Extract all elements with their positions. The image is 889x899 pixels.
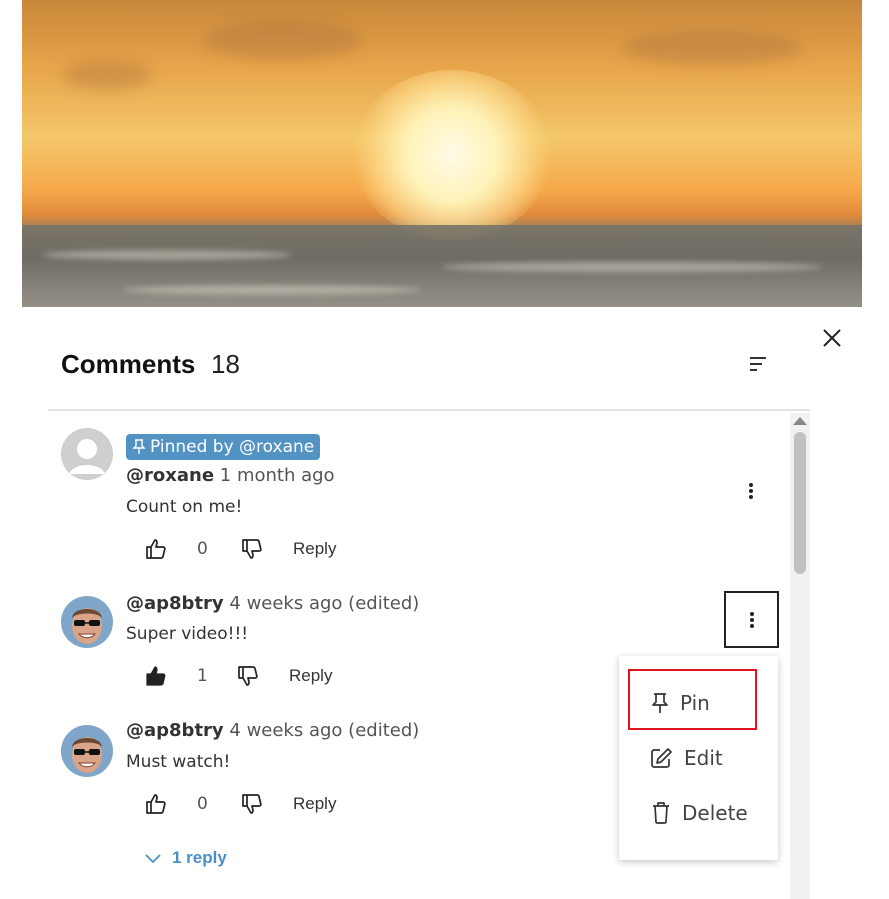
pin-highlight-box (628, 669, 757, 730)
more-vertical-icon (749, 611, 754, 628)
close-icon (823, 329, 841, 347)
like-button[interactable] (144, 664, 168, 688)
pinned-label: Pinned by @roxane (150, 437, 315, 457)
cloud-shape (62, 60, 152, 90)
sort-icon (750, 357, 766, 371)
thumbs-down-icon (238, 666, 258, 686)
comments-title: Comments (61, 349, 196, 379)
cloud-shape (202, 20, 362, 60)
more-vertical-icon (749, 483, 753, 499)
comment-text: Must watch! (126, 752, 231, 772)
comment-username[interactable]: @roxane (126, 465, 214, 486)
replies-label: 1 reply (172, 848, 227, 867)
comment-meta: @roxane 1 month ago (126, 465, 335, 486)
avatar[interactable] (61, 428, 113, 480)
close-button[interactable] (818, 324, 846, 352)
comment-time: 1 month ago (219, 465, 335, 486)
comment-options-button[interactable] (724, 591, 779, 648)
dislike-button[interactable] (240, 537, 264, 561)
comment-meta: @ap8btry 4 weeks ago (edited) (126, 720, 419, 741)
cloud-shape (622, 30, 802, 65)
menu-item-delete[interactable]: Delete (619, 790, 778, 836)
menu-item-label: Edit (684, 746, 723, 770)
thumbs-down-icon (242, 794, 262, 814)
dislike-button[interactable] (236, 664, 260, 688)
comment-meta: @ap8btry 4 weeks ago (edited) (126, 593, 419, 614)
edited-label: (edited) (348, 720, 420, 741)
comment-text: Count on me! (126, 497, 243, 517)
avatar[interactable] (61, 725, 113, 777)
default-avatar-icon (61, 428, 113, 480)
reply-button[interactable]: Reply (289, 666, 332, 686)
user-photo-avatar (61, 596, 113, 648)
comments-count: 18 (211, 349, 240, 379)
menu-item-edit[interactable]: Edit (619, 735, 778, 781)
sort-button[interactable] (745, 352, 771, 378)
menu-item-label: Delete (682, 801, 748, 825)
wave-shape (42, 250, 292, 260)
thumbs-up-icon (146, 794, 166, 814)
scrollbar-thumb[interactable] (794, 432, 806, 574)
thumbs-down-icon (242, 539, 262, 559)
avatar[interactable] (61, 596, 113, 648)
pinned-badge: Pinned by @roxane (126, 434, 321, 460)
comment-text: Super video!!! (126, 624, 249, 644)
wave-shape (442, 262, 822, 272)
sun-glow (352, 70, 552, 240)
comment-time: 4 weeks ago (229, 593, 343, 614)
user-photo-avatar (61, 725, 113, 777)
dislike-button[interactable] (240, 792, 264, 816)
like-count: 0 (197, 539, 208, 559)
thumbs-up-icon (146, 539, 166, 559)
like-button[interactable] (144, 537, 168, 561)
edited-label: (edited) (348, 593, 420, 614)
chevron-down-icon (145, 854, 161, 864)
comment-options-button[interactable] (742, 477, 760, 505)
thumbs-up-filled-icon (146, 666, 166, 686)
show-replies-button[interactable]: 1 reply (144, 848, 227, 868)
video-thumbnail[interactable] (22, 0, 862, 307)
reply-button[interactable]: Reply (293, 539, 336, 559)
comment-username[interactable]: @ap8btry (126, 593, 224, 614)
like-count: 1 (197, 666, 208, 686)
comment-username[interactable]: @ap8btry (126, 720, 224, 741)
edit-icon (651, 748, 672, 768)
trash-icon (653, 802, 669, 824)
wave-shape (122, 285, 422, 295)
scroll-up-arrow[interactable] (793, 417, 807, 425)
header-divider (48, 409, 810, 411)
comment-time: 4 weeks ago (229, 720, 343, 741)
pin-icon (132, 439, 146, 454)
reply-button[interactable]: Reply (293, 794, 336, 814)
like-count: 0 (197, 794, 208, 814)
like-button[interactable] (144, 792, 168, 816)
